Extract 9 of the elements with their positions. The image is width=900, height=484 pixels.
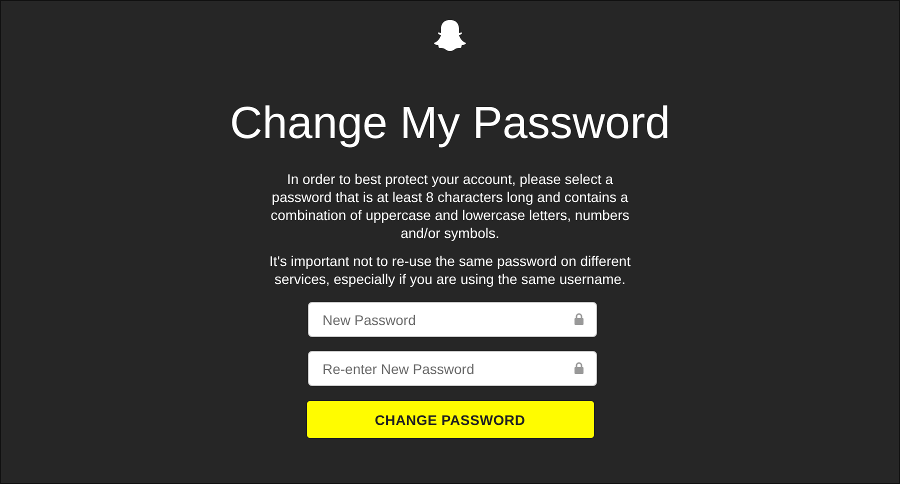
password-field[interactable]: New Password (308, 302, 596, 337)
instruction-text: It's important not to re-use the same password on different services, especially if you are using the same username. (268, 252, 632, 288)
lock-icon (574, 313, 584, 325)
instruction-text: In order to best protect your account, please select a password that is at least 8 characters long and contains a combination of uppercase and lowercase letters, numbers and/or symbols. (270, 170, 630, 242)
change-password-button[interactable]: CHANGE PASSWORD (306, 400, 594, 439)
page-title: Change My Password (230, 97, 670, 149)
ghost-logo-icon (433, 19, 467, 51)
password-field[interactable]: Re-enter New Password (308, 351, 596, 386)
lock-icon (574, 362, 584, 374)
